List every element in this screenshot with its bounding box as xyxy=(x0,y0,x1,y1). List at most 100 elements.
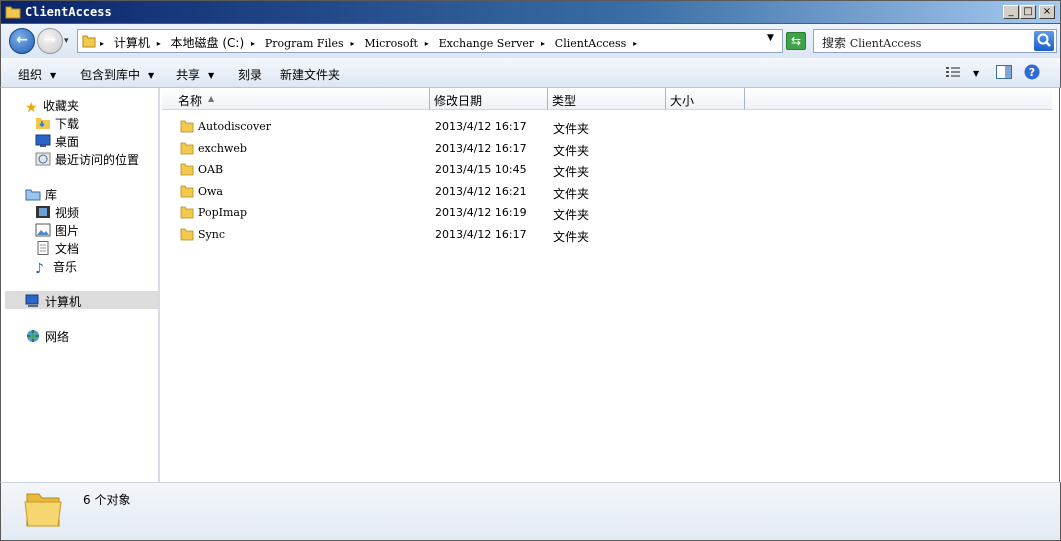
sort-ascending-icon: ▲ xyxy=(208,94,215,103)
crumb-microsoft[interactable]: Microsoft xyxy=(364,37,418,50)
search-placeholder: 搜索 ClientAccess xyxy=(822,36,922,50)
share-button[interactable]: 共享 ▼ xyxy=(176,66,214,83)
address-bar[interactable]: ▸ 计算机 ▸ 本地磁盘 (C:) ▸ Program Files ▸ Micr… xyxy=(77,29,783,53)
folder-icon xyxy=(24,493,62,527)
folder-icon xyxy=(180,142,194,154)
chevron-right-icon[interactable]: ▸ xyxy=(351,39,355,48)
desktop-icon xyxy=(35,134,51,147)
folder-icon xyxy=(180,228,194,241)
nav-network[interactable]: 网络 xyxy=(25,328,69,346)
chevron-right-icon[interactable]: ▸ xyxy=(541,39,545,48)
help-icon[interactable]: ? xyxy=(1024,64,1040,80)
chevron-down-icon: ▼ xyxy=(50,71,57,80)
file-row[interactable]: Sync 2013/4/12 16:17 文件夹 xyxy=(178,225,1058,245)
nav-computer[interactable]: 计算机 xyxy=(25,293,81,311)
address-row: ← → ▾ ▸ 计算机 ▸ 本地磁盘 (C:) ▸ Program Files … xyxy=(0,24,1061,58)
computer-icon xyxy=(25,294,39,307)
library-icon xyxy=(25,189,41,201)
nav-music[interactable]: ♪ 音乐 xyxy=(35,258,77,276)
refresh-icon: ⇆ xyxy=(790,34,802,48)
maximize-button[interactable]: □ xyxy=(1020,5,1036,19)
file-type: 文件夹 xyxy=(553,186,590,201)
file-type: 文件夹 xyxy=(553,208,590,223)
recent-pages-dropdown[interactable]: ▾ xyxy=(64,36,69,46)
burn-button[interactable]: 刻录 xyxy=(238,66,262,83)
chevron-down-icon: ▼ xyxy=(148,71,155,80)
folder-icon xyxy=(180,206,194,219)
nav-downloads[interactable]: 下载 xyxy=(35,115,79,133)
video-icon xyxy=(36,206,50,218)
pictures-icon xyxy=(35,223,51,237)
file-row[interactable]: Owa 2013/4/12 16:21 文件夹 xyxy=(178,182,1058,202)
file-name: Autodiscover xyxy=(198,120,272,133)
music-note-icon: ♪ xyxy=(35,261,44,277)
minimize-button[interactable]: _ xyxy=(1003,5,1019,19)
file-modified: 2013/4/15 10:45 xyxy=(435,163,527,177)
file-row[interactable]: PopImap 2013/4/12 16:19 文件夹 xyxy=(178,203,1058,223)
column-header-name[interactable]: 名称 ▲ xyxy=(162,88,430,110)
downloads-folder-icon xyxy=(36,118,50,129)
crumb-clientaccess[interactable]: ClientAccess xyxy=(555,37,627,50)
close-button[interactable]: × xyxy=(1039,5,1055,19)
svg-text:?: ? xyxy=(1029,66,1035,79)
view-dropdown[interactable]: ▼ xyxy=(973,69,979,78)
crumb-exchange-server[interactable]: Exchange Server xyxy=(439,37,534,50)
crumb-local-disk[interactable]: 本地磁盘 (C:) xyxy=(171,34,245,51)
file-name: PopImap xyxy=(198,206,247,220)
status-bar: 6 个对象 xyxy=(0,482,1061,541)
chevron-right-icon[interactable]: ▸ xyxy=(633,39,637,48)
view-options-icon[interactable] xyxy=(946,66,960,78)
refresh-button[interactable]: ⇆ xyxy=(786,32,806,50)
include-in-library-button[interactable]: 包含到库中 ▼ xyxy=(80,66,154,83)
nav-favorites[interactable]: ★ 收藏夹 xyxy=(25,97,79,115)
folder-icon xyxy=(180,185,194,198)
search-button[interactable] xyxy=(1034,31,1054,51)
chevron-right-icon[interactable]: ▸ xyxy=(100,39,104,48)
breadcrumb: ▸ 计算机 ▸ 本地磁盘 (C:) ▸ Program Files ▸ Micr… xyxy=(100,34,643,51)
chevron-right-icon[interactable]: ▸ xyxy=(251,39,255,48)
column-header-size[interactable]: 大小 xyxy=(666,88,745,110)
chevron-right-icon[interactable]: ▸ xyxy=(425,39,429,48)
file-name: OAB xyxy=(198,163,224,177)
file-modified: 2013/4/12 16:21 xyxy=(435,184,527,198)
file-row[interactable]: OAB 2013/4/15 10:45 文件夹 xyxy=(178,160,1058,180)
file-modified: 2013/4/12 16:17 xyxy=(435,120,527,133)
nav-videos[interactable]: 视频 xyxy=(35,204,79,222)
title-bar: ClientAccess _ □ × xyxy=(0,0,1061,24)
folder-icon xyxy=(180,120,194,133)
nav-documents[interactable]: 文档 xyxy=(35,240,79,258)
chevron-down-icon: ▼ xyxy=(973,69,980,78)
address-history-dropdown[interactable]: ▼ xyxy=(767,33,774,43)
column-header-type[interactable]: 类型 xyxy=(548,88,666,110)
back-button[interactable]: ← xyxy=(9,28,35,54)
column-header-filler xyxy=(745,88,1052,110)
file-type: 文件夹 xyxy=(553,230,590,244)
organize-button[interactable]: 组织 ▼ xyxy=(18,66,56,83)
crumb-computer[interactable]: 计算机 xyxy=(114,34,150,51)
file-name: exchweb xyxy=(198,141,247,155)
forward-arrow-icon: → xyxy=(44,32,56,48)
new-folder-button[interactable]: 新建文件夹 xyxy=(280,66,340,83)
file-modified: 2013/4/12 16:19 xyxy=(435,206,527,220)
search-input[interactable]: 搜索 ClientAccess xyxy=(813,29,1057,53)
preview-pane-icon[interactable] xyxy=(996,65,1012,79)
item-count: 6 个对象 xyxy=(83,493,131,507)
nav-recent-places[interactable]: 最近访问的位置 xyxy=(35,151,139,169)
chevron-right-icon[interactable]: ▸ xyxy=(157,39,161,48)
chevron-down-icon: ▼ xyxy=(208,71,215,80)
column-header-modified[interactable]: 修改日期 xyxy=(430,88,548,110)
nav-pictures[interactable]: 图片 xyxy=(35,222,79,240)
file-modified: 2013/4/12 16:17 xyxy=(435,141,527,155)
nav-desktop[interactable]: 桌面 xyxy=(35,133,79,151)
network-icon xyxy=(27,330,39,342)
crumb-program-files[interactable]: Program Files xyxy=(265,37,344,50)
file-row[interactable]: exchweb 2013/4/12 16:17 文件夹 xyxy=(178,139,1058,159)
navigation-pane: ★ 收藏夹 下载 桌面 最近访问的位置 库 视频 图片 文档 ♪ 音乐 计算机 网络 xyxy=(0,88,160,482)
forward-button[interactable]: → xyxy=(37,28,63,54)
folder-icon xyxy=(82,35,96,48)
command-bar: 组织 ▼ 包含到库中 ▼ 共享 ▼ 刻录 新建文件夹 ▼ ? xyxy=(0,58,1061,88)
file-row[interactable]: Autodiscover 2013/4/12 16:17 文件夹 xyxy=(178,117,1058,137)
file-type: 文件夹 xyxy=(553,122,590,136)
nav-libraries[interactable]: 库 xyxy=(25,186,57,204)
star-icon: ★ xyxy=(25,100,38,116)
